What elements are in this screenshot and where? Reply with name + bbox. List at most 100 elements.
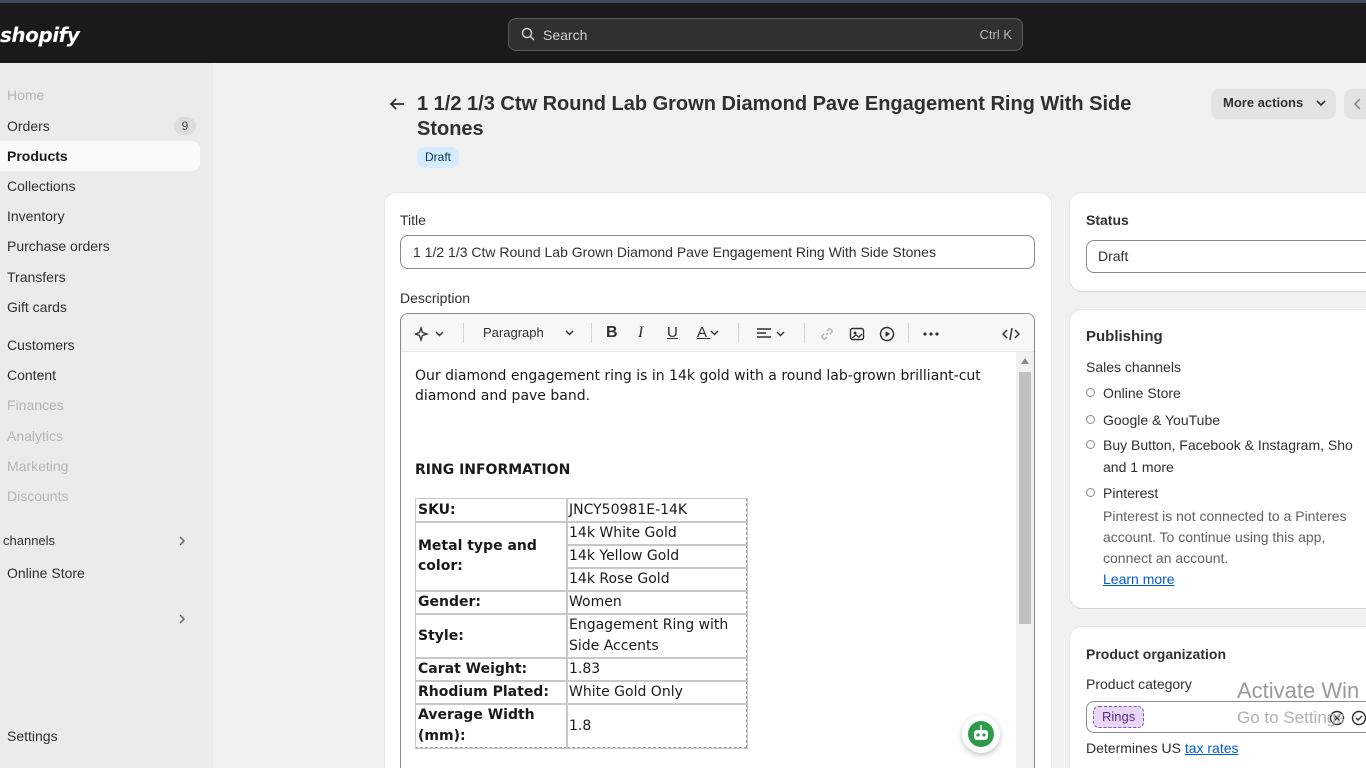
text-color-button[interactable]: A [697,323,727,343]
alignment-button[interactable] [756,323,790,343]
toolbar-divider [463,323,464,343]
table-cell: Gender: [414,589,568,615]
product-category-label: Product category [1086,676,1192,692]
sidebar-item-gift-cards[interactable]: Gift cards [0,292,200,322]
table-cell: Average Width (mm): [414,702,568,749]
scroll-up-icon [1021,358,1029,364]
sidebar-item-settings[interactable]: Settings [0,721,200,751]
editor-content[interactable]: Our diamond engagement ring is in 14k go… [401,352,1016,768]
sidebar-item-transfers[interactable]: Transfers [0,262,200,292]
pinterest-note-line: connect an account. [1103,550,1229,566]
orders-count-badge: 9 [174,117,196,135]
table-cell: Carat Weight: [414,656,568,682]
sidebar-item-customers[interactable]: Customers [0,330,200,360]
italic-icon[interactable]: I [638,323,643,343]
toolbar-divider [738,323,739,343]
channel-status-icon [1086,415,1095,424]
channel-label: Online Store [1103,385,1181,401]
table-cell: Metal type and color: [414,520,568,592]
search-icon [521,27,535,41]
table-cell: 14k Yellow Gold [565,543,748,569]
table-row: Average Width (mm): 1.8 [414,702,748,749]
channel-status-icon [1086,488,1095,497]
sidebar-item-discounts[interactable]: Discounts [0,481,200,511]
publishing-title: Publishing [1086,328,1163,345]
channel-google: Google & YouTube [1086,412,1220,428]
chevron-left-icon [1353,98,1361,110]
paragraph-select[interactable]: Paragraph [483,323,578,343]
search-placeholder: Search [543,27,588,43]
table-cell: Women [565,589,748,615]
sidebar-item-marketing[interactable]: Marketing [0,451,200,481]
assistant-bot-button[interactable] [962,715,1000,753]
sidebar-item-purchase-orders[interactable]: Purchase orders [0,231,200,261]
ai-generate-button[interactable] [412,323,451,343]
sidebar-item-home[interactable]: Home [0,80,200,110]
sidebar-item-online-store[interactable]: Online Store [0,558,200,588]
chevron-down-icon [710,330,719,336]
table-row: Metal type and color: 14k White Gold [414,520,748,592]
underline-icon[interactable]: U [667,323,678,343]
scrollbar-thumb[interactable] [1019,372,1031,624]
link-icon[interactable] [819,323,835,343]
status-select[interactable]: Draft [1086,240,1366,273]
sidebar-channels-header[interactable]: channels [0,526,200,556]
bold-icon[interactable]: B [606,323,618,343]
title-label: Title [400,212,426,228]
pinterest-note-line: account. To continue using this app, [1103,529,1326,545]
video-icon[interactable] [879,323,895,343]
more-actions-label: More actions [1223,95,1304,110]
sidebar-apps-expander[interactable] [0,604,200,634]
table-cell: Style: [414,612,568,659]
sidebar-item-content[interactable]: Content [0,360,200,390]
category-tag[interactable]: Rings [1093,706,1145,728]
check-icon[interactable] [1351,710,1366,726]
table-cell: Engagement Ring with Side Accents [565,612,748,659]
table-row: Rhodium Plated: White Gold Only [414,679,748,705]
table-cell: 14k White Gold [565,520,748,546]
sidebar-item-collections[interactable]: Collections [0,171,200,201]
chevron-down-icon [776,331,785,337]
sidebar-item-finances[interactable]: Finances [0,390,200,420]
activation-watermark-sub: Go to Settings [1237,708,1345,727]
chevron-down-icon [1316,100,1326,107]
sidebar-item-analytics[interactable]: Analytics [0,421,200,451]
table-cell: SKU: [414,497,568,523]
search-shortcut: Ctrl K [979,27,1013,42]
image-icon[interactable] [849,323,865,343]
back-arrow-icon[interactable] [388,96,406,112]
sidebar-item-orders[interactable]: Orders 9 [0,111,200,141]
more-options-icon[interactable] [922,323,940,343]
product-details-card: Title 1 1/2 1/3 Ctw Round Lab Grown Diam… [385,193,1051,768]
code-view-icon[interactable] [1001,323,1021,343]
channel-pinterest: Pinterest [1086,485,1158,501]
tax-rates-note: Determines US tax rates [1086,740,1239,756]
paragraph-select-label: Paragraph [483,325,544,340]
title-input[interactable]: 1 1/2 1/3 Ctw Round Lab Grown Diamond Pa… [400,235,1035,269]
learn-more-link[interactable]: Learn more [1103,569,1366,590]
toolbar-divider [591,323,592,343]
search-bar[interactable]: Search Ctrl K [508,18,1023,51]
status-card: Status Draft [1070,193,1366,291]
table-row: Carat Weight: 1.83 [414,656,748,682]
chevron-down-icon [565,330,574,336]
sidebar: Home Orders 9 Products Collections Inven… [0,63,213,768]
toolbar-divider [908,323,909,343]
shopify-logo[interactable]: shopify [0,23,80,47]
tax-rates-link[interactable]: tax rates [1185,740,1239,756]
channel-label: Google & YouTube [1103,412,1221,428]
table-row: Style: Engagement Ring with Side Accents [414,612,748,659]
channel-online-store: Online Store [1086,385,1181,401]
editor-toolbar: Paragraph B I U A [401,314,1034,352]
chevron-right-icon [179,536,186,546]
previous-product-button[interactable] [1344,89,1366,119]
channel-status-icon [1086,440,1095,449]
editor-scrollbar[interactable] [1016,352,1034,768]
robot-icon [968,721,994,747]
more-actions-button[interactable]: More actions [1211,89,1336,119]
channel-status-icon [1086,388,1095,397]
sidebar-item-products[interactable]: Products [0,141,200,171]
publishing-card: Publishing Sales channels Online Store G… [1070,310,1366,608]
table-cell: 1.8 [565,702,748,749]
sidebar-item-inventory[interactable]: Inventory [0,201,200,231]
